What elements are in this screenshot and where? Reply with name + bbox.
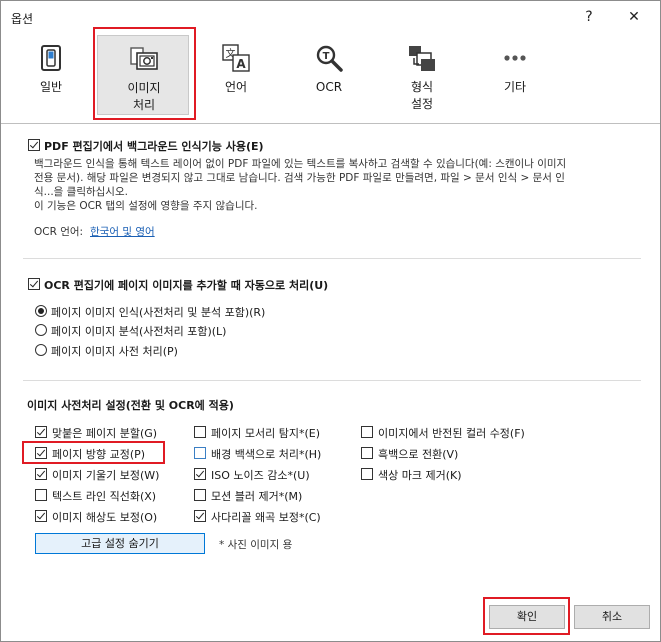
straighten-lines-label: 텍스트 라인 직선화(X) (52, 490, 157, 503)
split-pages-label: 맞붙은 페이지 분할(G) (52, 427, 158, 440)
radio-recognize[interactable] (35, 305, 47, 317)
motion-blur-checkbox[interactable] (194, 489, 206, 501)
language-icon: 文 A (222, 44, 250, 72)
whiten-background-checkbox[interactable] (194, 447, 206, 459)
resolution-label: 이미지 해상도 보정(O) (52, 511, 158, 524)
svg-text:A: A (236, 57, 246, 71)
tab-language-label: 언어 (224, 80, 248, 94)
radio-preprocess-label: 페이지 이미지 사전 처리(P) (51, 345, 178, 358)
tab-format-settings[interactable]: 형식 설정 (376, 35, 468, 115)
ocr-language-label: OCR 언어: (34, 226, 84, 238)
section-divider-2 (23, 380, 641, 381)
invert-colors-checkbox[interactable] (361, 426, 373, 438)
deskew-checkbox[interactable] (35, 468, 47, 480)
cancel-button[interactable]: 취소 (574, 605, 650, 629)
help-button[interactable]: ? (576, 5, 602, 29)
highlight-image-tab (93, 27, 196, 120)
preprocess-heading: 이미지 사전처리 설정(전환 및 OCR에 적용) (27, 399, 234, 412)
remove-color-marks-checkbox[interactable] (361, 468, 373, 480)
edge-detect-label: 페이지 모서리 탐지*(E) (211, 427, 320, 440)
tabs-divider (1, 123, 660, 124)
hide-advanced-button[interactable]: 고급 설정 숨기기 (35, 533, 205, 554)
tab-ocr-label: OCR (315, 80, 343, 94)
svg-text:T: T (323, 51, 330, 62)
section-divider-1 (23, 258, 641, 259)
radio-analyze-label: 페이지 이미지 분석(사전처리 포함)(L) (51, 325, 227, 338)
dialog-title: 옵션 (11, 12, 34, 26)
black-white-checkbox[interactable] (361, 447, 373, 459)
tab-ocr[interactable]: T OCR (283, 35, 375, 115)
invert-colors-label: 이미지에서 반전된 컬러 수정(F) (378, 427, 525, 440)
deskew-label: 이미지 기울기 보정(W) (52, 469, 160, 482)
ocr-auto-process-checkbox[interactable] (28, 278, 40, 290)
resolution-checkbox[interactable] (35, 510, 47, 522)
photo-footnote: * 사진 이미지 용 (219, 539, 293, 551)
ocr-auto-process-label: OCR 편집기에 페이지 이미지를 추가할 때 자동으로 처리(U) (44, 279, 329, 292)
format-settings-icon (409, 46, 435, 71)
straighten-lines-checkbox[interactable] (35, 489, 47, 501)
tab-other-label: 기타 (503, 80, 527, 94)
tab-format-settings-label: 형식 설정 (410, 80, 434, 111)
iso-noise-label: ISO 노이즈 감소*(U) (211, 469, 310, 482)
radio-recognize-label: 페이지 이미지 인식(사전처리 및 분석 포함)(R) (51, 306, 266, 319)
split-pages-checkbox[interactable] (35, 426, 47, 438)
tab-language[interactable]: 文 A 언어 (190, 35, 282, 115)
more-icon (504, 55, 526, 61)
trapezoid-label: 사다리꼴 왜곡 보정*(C) (211, 511, 321, 524)
trapezoid-checkbox[interactable] (194, 510, 206, 522)
tab-general-label: 일반 (39, 80, 63, 94)
pdf-background-ocr-checkbox[interactable] (28, 139, 40, 151)
ocr-magnifier-icon: T (316, 45, 343, 72)
black-white-label: 흑백으로 전환(V) (378, 448, 459, 461)
edge-detect-checkbox[interactable] (194, 426, 206, 438)
options-dialog: 옵션 ? ✕ 일반 이미지 처리 文 A 언어 T OCR 형식 설정 기타 P… (0, 0, 661, 642)
highlight-ok-button (483, 597, 570, 635)
highlight-page-orientation (22, 441, 165, 464)
radio-analyze[interactable] (35, 324, 47, 336)
whiten-background-label: 배경 백색으로 처리*(H) (211, 448, 322, 461)
ocr-language-link[interactable]: 한국어 및 영어 (90, 224, 155, 239)
pdf-background-ocr-label: PDF 편집기에서 백그라운드 인식기능 사용(E) (44, 140, 264, 153)
remove-color-marks-label: 색상 마크 제거(K) (378, 469, 462, 482)
iso-noise-checkbox[interactable] (194, 468, 206, 480)
motion-blur-label: 모션 블러 제거*(M) (211, 490, 303, 503)
close-button[interactable]: ✕ (621, 5, 647, 29)
tab-other[interactable]: 기타 (469, 35, 561, 115)
toggle-icon (41, 45, 61, 71)
radio-preprocess[interactable] (35, 344, 47, 356)
pdf-description: 백그라운드 인식을 통해 텍스트 레이어 없이 PDF 파일에 있는 텍스트를 … (34, 158, 567, 212)
tab-general[interactable]: 일반 (5, 35, 97, 115)
